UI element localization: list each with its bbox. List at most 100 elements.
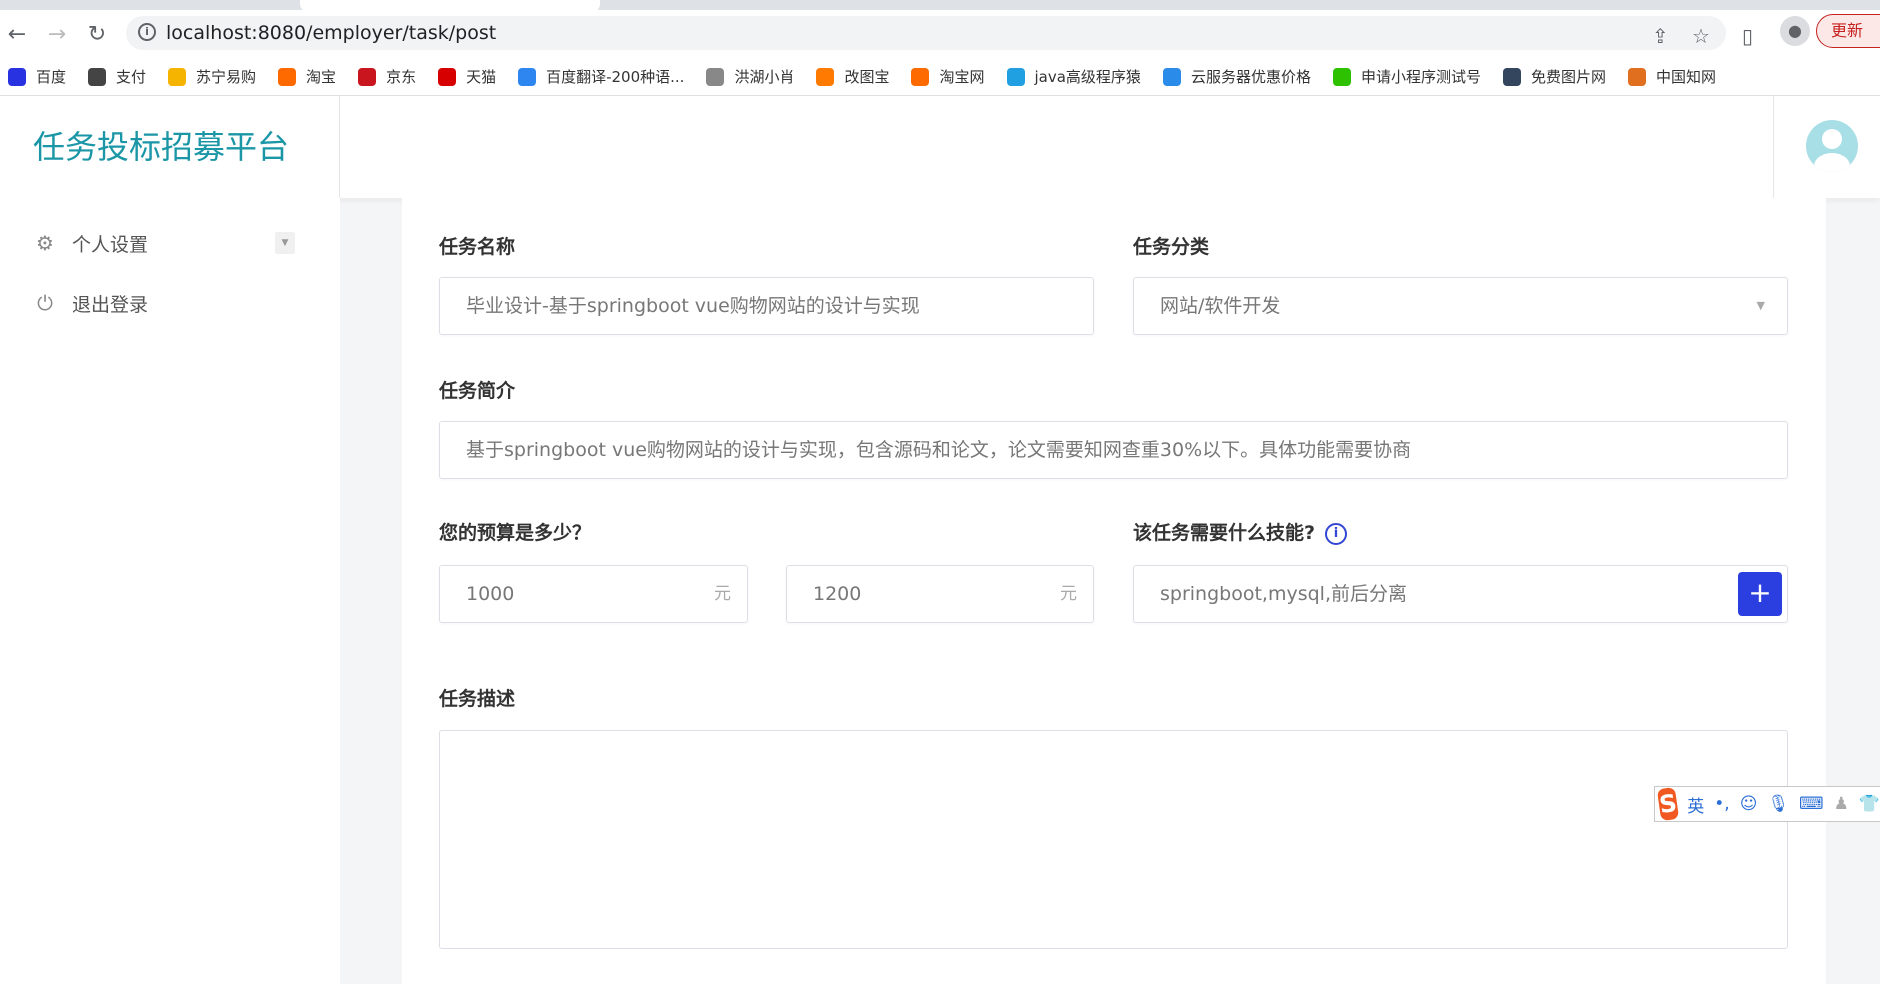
sidebar-item-settings[interactable]: ⚙ 个人设置 ▼ <box>0 218 340 268</box>
taobao-icon <box>911 67 930 86</box>
bookmark-label: 申请小程序测试号 <box>1360 68 1481 86</box>
power-icon: ⏻ <box>37 291 53 315</box>
bookmark-label: 改图宝 <box>844 68 890 86</box>
sogou-ime-toolbar[interactable]: S 英 •, ☺ 🎙 ⌨ ♟ 👕 <box>1654 786 1880 822</box>
bookmark-item[interactable]: 中国知网 <box>1627 66 1716 87</box>
bookmark-label: 苏宁易购 <box>196 68 257 86</box>
task-name-input[interactable]: 毕业设计-基于springboot vue购物网站的设计与实现 <box>439 277 1094 335</box>
gear-icon: ⚙ <box>36 231 54 255</box>
bookmark-item[interactable]: 云服务器优惠价格 <box>1162 66 1311 87</box>
budget-label: 您的预算是多少？ <box>439 522 592 544</box>
sidebar-item-label: 个人设置 <box>72 233 149 256</box>
skills-input[interactable]: springboot,mysql,前后分离 <box>1133 565 1788 623</box>
update-button[interactable]: 更新 <box>1816 14 1880 48</box>
add-skill-button[interactable]: + <box>1738 572 1782 616</box>
category-value: 网站/软件开发 <box>1160 295 1281 317</box>
bookmark-item[interactable]: 洪湖小肖 <box>706 66 794 87</box>
suning-lion-icon <box>168 67 187 86</box>
chevron-down-icon[interactable]: ▼ <box>275 232 295 254</box>
user-avatar[interactable] <box>1806 120 1858 172</box>
bookmark-label: 京东 <box>386 68 417 86</box>
sidebar: ⚙ 个人设置 ▼ ⏻ 退出登录 <box>0 198 340 984</box>
translate-icon <box>518 67 537 86</box>
bookmark-item[interactable]: 天猫 <box>438 66 496 87</box>
bilibili-icon <box>1006 67 1025 86</box>
reload-icon[interactable]: ↻ <box>82 22 112 47</box>
task-desc-textarea[interactable] <box>439 730 1788 949</box>
punctuation-icon[interactable]: •, <box>1714 794 1729 814</box>
bookmark-item[interactable]: 淘宝网 <box>911 66 985 87</box>
sogou-logo-icon: S <box>1656 786 1680 822</box>
cloud-icon <box>1162 67 1181 86</box>
taobao-icon <box>278 67 297 86</box>
bookmark-label: 百度翻译-200种语... <box>546 68 685 86</box>
baidu-paw-icon <box>8 67 26 86</box>
task-intro-input[interactable]: 基于springboot vue购物网站的设计与实现，包含源码和论文，论文需要知… <box>439 421 1788 479</box>
bookmark-item[interactable]: 百度翻译-200种语... <box>518 66 684 87</box>
bookmark-item[interactable]: 免费图片网 <box>1502 66 1606 87</box>
cnki-icon <box>1627 67 1646 86</box>
forward-icon[interactable]: → <box>42 22 72 47</box>
tumblr-icon <box>1502 67 1521 86</box>
bookmark-label: 淘宝 <box>306 68 337 86</box>
side-panel-icon[interactable]: ▯ <box>1742 24 1753 48</box>
header-divider <box>1773 96 1774 198</box>
user-icon[interactable]: ♟ <box>1834 794 1849 814</box>
info-icon[interactable]: i <box>1325 523 1348 545</box>
site-info-icon[interactable]: i <box>138 23 156 41</box>
task-desc-label: 任务描述 <box>439 688 516 710</box>
bookmark-label: 洪湖小肖 <box>734 68 795 86</box>
star-icon[interactable]: ☆ <box>1692 24 1710 48</box>
globe-icon <box>88 67 107 86</box>
unit-label: 元 <box>714 584 731 604</box>
bookmark-label: 天猫 <box>466 68 497 86</box>
avatar-icon <box>1814 129 1850 172</box>
sidebar-item-label: 退出登录 <box>72 293 149 316</box>
task-category-select[interactable]: 网站/软件开发 ▼ <box>1133 277 1788 335</box>
bookmark-item[interactable]: 百度 <box>8 66 66 87</box>
browser-toolbar: ← → ↻ i localhost:8080/employer/task/post… <box>0 10 1880 58</box>
bookmark-item[interactable]: java高级程序猿 <box>1006 66 1141 87</box>
bird-icon <box>706 67 725 86</box>
skills-label: 该任务需要什么技能? <box>1133 522 1316 544</box>
skills-label-row: 该任务需要什么技能? i <box>1133 518 1348 545</box>
chevron-down-icon: ▼ <box>1756 299 1765 312</box>
emoji-icon[interactable]: ☺ <box>1740 794 1758 814</box>
bookmark-item[interactable]: 改图宝 <box>816 66 889 87</box>
task-intro-label: 任务简介 <box>439 380 516 402</box>
url-text: localhost:8080/employer/task/post <box>166 22 497 44</box>
address-bar[interactable]: i localhost:8080/employer/task/post <box>126 16 1726 50</box>
tmall-icon <box>438 67 457 86</box>
keyboard-icon[interactable]: ⌨ <box>1799 794 1824 814</box>
app-header: 任务投标招募平台 <box>0 96 1880 198</box>
gaitubao-icon <box>816 67 835 86</box>
bookmark-label: 云服务器优惠价格 <box>1190 68 1311 86</box>
bookmark-item[interactable]: 淘宝 <box>278 66 336 87</box>
bookmark-label: 中国知网 <box>1655 68 1716 86</box>
skin-icon[interactable]: 👕 <box>1859 794 1880 814</box>
bookmark-item[interactable]: 支付 <box>88 66 146 87</box>
budget-max-value: 1200 <box>813 583 862 605</box>
budget-min-value: 1000 <box>466 583 515 605</box>
jd-icon <box>358 67 377 86</box>
task-category-label: 任务分类 <box>1133 236 1210 258</box>
wechat-icon <box>1332 67 1351 86</box>
bookmark-label: 淘宝网 <box>939 68 985 86</box>
bookmarks-bar: 百度 支付 苏宁易购 淘宝 京东 天猫 百度翻译-200种语... 洪湖小肖 改图宝 淘宝网 jav… <box>0 58 1880 96</box>
bookmark-item[interactable]: 苏宁易购 <box>168 66 256 87</box>
back-icon[interactable]: ← <box>2 22 32 47</box>
bookmark-item[interactable]: 京东 <box>358 66 416 87</box>
sidebar-item-logout[interactable]: ⏻ 退出登录 <box>0 278 340 328</box>
task-name-label: 任务名称 <box>439 236 516 258</box>
bookmark-label: 免费图片网 <box>1530 68 1606 86</box>
budget-max-input[interactable]: 1200 元 <box>786 565 1094 623</box>
bookmark-label: 支付 <box>116 68 147 86</box>
budget-min-input[interactable]: 1000 元 <box>439 565 748 623</box>
app-title: 任务投标招募平台 <box>0 96 340 198</box>
profile-icon[interactable]: ● <box>1780 16 1810 46</box>
mic-icon[interactable]: 🎙 <box>1767 794 1789 814</box>
share-icon[interactable]: ⇪ <box>1652 24 1669 48</box>
bookmark-label: java高级程序猿 <box>1034 68 1141 86</box>
ime-mode[interactable]: 英 <box>1687 792 1704 817</box>
bookmark-item[interactable]: 申请小程序测试号 <box>1332 66 1481 87</box>
